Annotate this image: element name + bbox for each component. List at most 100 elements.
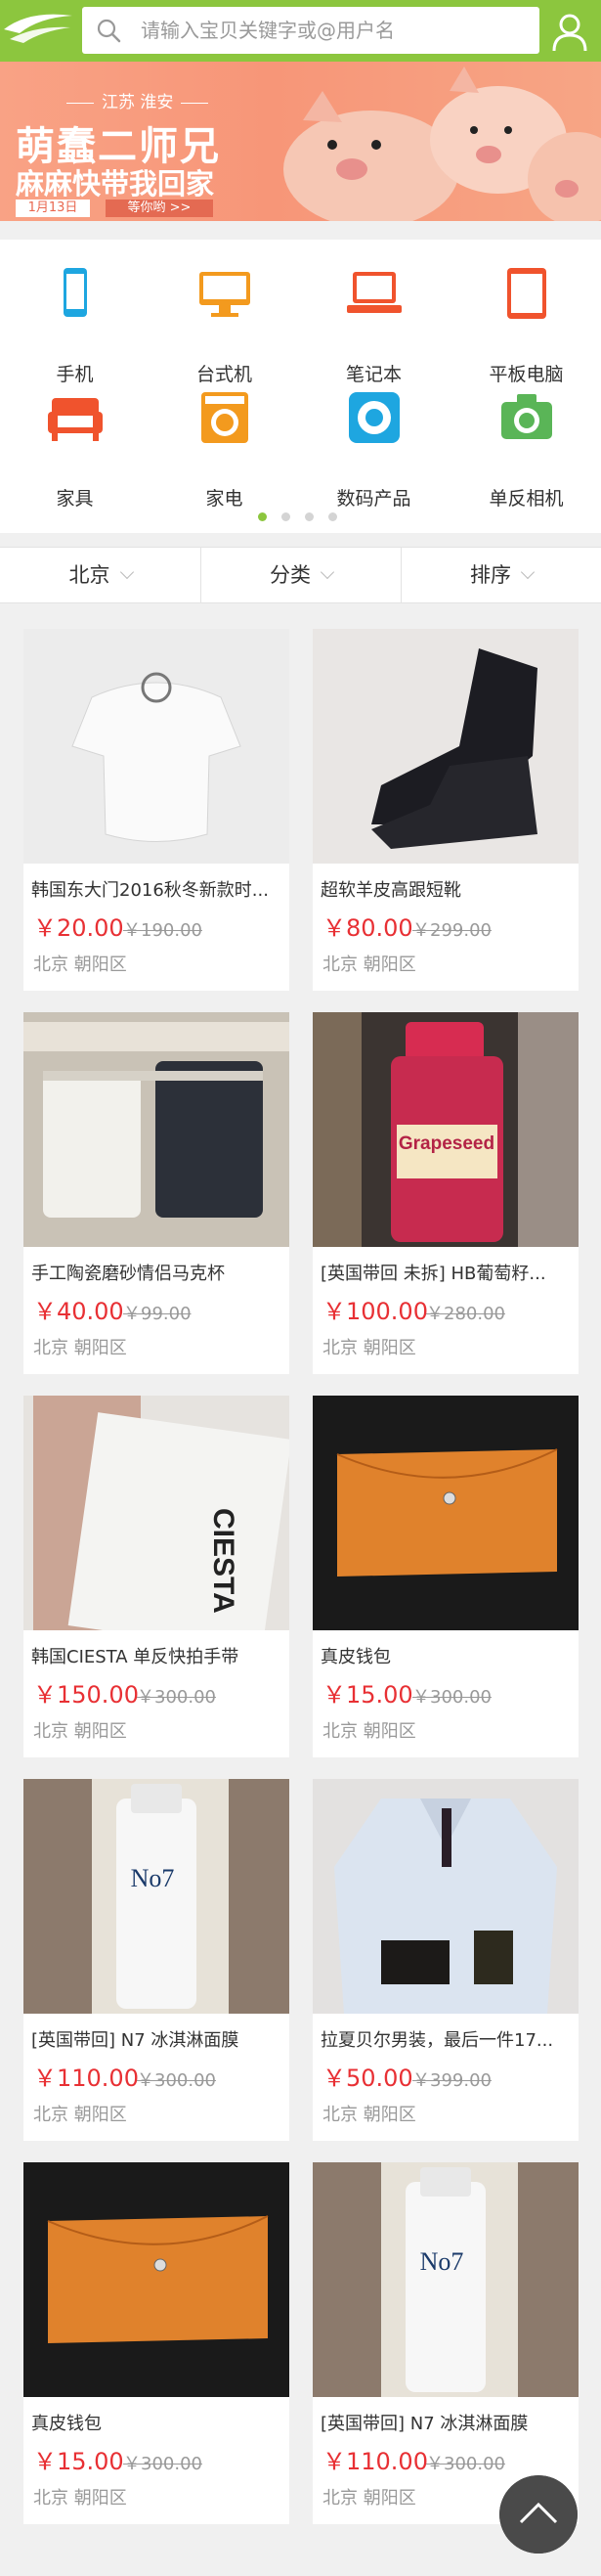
product-image[interactable]: No7 — [313, 2162, 579, 2397]
product-location: 北京 朝阳区 — [33, 2105, 127, 2125]
product-price: ￥15.00 — [322, 1681, 413, 1709]
category-label: 台式机 — [195, 364, 252, 385]
product-card[interactable]: No7 [英国带回] N7 冰淇淋面膜 ￥110.00 ￥300.00 北京 朝阳区 — [23, 1779, 289, 2141]
product-location: 北京 朝阳区 — [322, 2105, 416, 2125]
product-image[interactable] — [313, 629, 579, 864]
search-bar[interactable]: 请输入宝贝关键字或@用户名 — [82, 7, 539, 54]
chevron-down-icon — [520, 564, 536, 580]
category-page-dot[interactable] — [305, 512, 314, 521]
banner-subtitle: 麻麻快带我回家 — [16, 167, 215, 200]
product-card[interactable]: 韩国东大门2016秋冬新款时... ￥20.00 ￥190.00 北京 朝阳区 — [23, 629, 289, 991]
filter-category[interactable]: 分类 — [200, 548, 401, 602]
product-card[interactable]: Grapeseed [英国带回 未拆] HB葡萄籽... ￥100.00 ￥280.0… — [313, 1012, 579, 1374]
product-image[interactable] — [23, 2162, 289, 2397]
product-location: 北京 朝阳区 — [322, 2488, 416, 2509]
product-card[interactable]: 手工陶瓷磨砂情侣马克杯 ￥40.00 ￥99.00 北京 朝阳区 — [23, 1012, 289, 1374]
category-page-dot[interactable] — [281, 512, 290, 521]
category-item[interactable]: 数码产品 — [299, 388, 449, 510]
sofa-icon — [47, 398, 103, 441]
svg-text:Grapeseed: Grapeseed — [399, 1133, 494, 1154]
filter-bar: 北京 分类 排序 — [0, 547, 601, 603]
category-page-dot[interactable] — [258, 512, 267, 521]
app-logo-icon[interactable] — [0, 0, 78, 62]
category-item[interactable]: 手机 — [0, 264, 150, 385]
washing-machine-icon — [200, 392, 248, 443]
banner-cta[interactable]: 等你哟 >> — [106, 200, 213, 217]
category-item[interactable]: 单反相机 — [451, 388, 601, 510]
product-name: 真皮钱包 — [321, 1647, 391, 1667]
product-price: ￥110.00 — [33, 2065, 139, 2092]
category-item[interactable]: 家电 — [150, 388, 299, 510]
laptop-icon — [346, 272, 402, 313]
product-name: [英国带回] N7 冰淇淋面膜 — [31, 2030, 239, 2051]
product-price: ￥80.00 — [322, 914, 413, 942]
product-card[interactable]: 超软羊皮高跟短靴 ￥80.00 ￥299.00 北京 朝阳区 — [313, 629, 579, 991]
arrow-up-icon[interactable] — [499, 2475, 578, 2554]
banner-date: 1月13日 — [16, 200, 90, 217]
category-item[interactable]: 平板电脑 — [451, 264, 601, 385]
product-original-price: ￥300.00 — [123, 2454, 202, 2474]
product-original-price: ￥300.00 — [412, 1687, 492, 1708]
product-image[interactable]: Grapeseed — [313, 1012, 579, 1247]
product-price: ￥150.00 — [33, 1681, 139, 1709]
promo-banner[interactable]: 江苏 淮安 萌蠢二师兄 麻麻快带我回家 1月13日 等你哟 >> — [0, 62, 601, 221]
product-name: 超软羊皮高跟短靴 — [321, 880, 461, 901]
app-header: 请输入宝贝关键字或@用户名 — [0, 0, 601, 62]
filter-city[interactable]: 北京 — [0, 548, 200, 602]
product-image[interactable]: CIESTA — [23, 1396, 289, 1630]
category-item[interactable]: 家具 — [0, 388, 150, 510]
product-price: ￥50.00 — [322, 2065, 413, 2092]
product-original-price: ￥299.00 — [412, 920, 492, 941]
product-price: ￥20.00 — [33, 914, 124, 942]
category-label: 家电 — [205, 488, 243, 510]
user-icon[interactable] — [548, 10, 591, 53]
product-original-price: ￥300.00 — [137, 2070, 216, 2091]
svg-text:No7: No7 — [131, 1864, 175, 1892]
banner-location: 江苏 淮安 — [59, 88, 216, 112]
product-price: ￥100.00 — [322, 1298, 428, 1325]
product-name: [英国带回 未拆] HB葡萄籽... — [321, 1264, 546, 1284]
category-page-dot[interactable] — [328, 512, 337, 521]
product-name: 拉夏贝尔男装，最后一件17... — [321, 2030, 554, 2051]
product-name: 真皮钱包 — [31, 2414, 102, 2434]
category-item[interactable]: 台式机 — [150, 264, 299, 385]
product-name: 韩国东大门2016秋冬新款时... — [31, 880, 269, 901]
category-item[interactable]: 笔记本 — [299, 264, 449, 385]
category-grid: 手机 台式机 笔记本 平板电脑家具 家电 数码产品 单反相机 — [0, 240, 601, 533]
search-icon — [97, 19, 121, 43]
tablet-icon — [506, 268, 546, 319]
product-original-price: ￥280.00 — [426, 1304, 505, 1324]
product-original-price: ￥99.00 — [123, 1304, 192, 1324]
product-original-price: ￥399.00 — [412, 2070, 492, 2091]
category-label: 手机 — [56, 364, 94, 385]
product-original-price: ￥300.00 — [426, 2454, 505, 2474]
product-card[interactable]: 拉夏贝尔男装，最后一件17... ￥50.00 ￥399.00 北京 朝阳区 — [313, 1779, 579, 2141]
product-card[interactable]: 真皮钱包 ￥15.00 ￥300.00 北京 朝阳区 — [313, 1396, 579, 1757]
product-original-price: ￥190.00 — [123, 920, 202, 941]
product-price: ￥15.00 — [33, 2448, 124, 2475]
category-label: 单反相机 — [489, 488, 564, 510]
product-location: 北京 朝阳区 — [33, 1338, 127, 1358]
category-label: 家具 — [56, 488, 94, 510]
category-label: 数码产品 — [336, 488, 411, 510]
camera-icon — [500, 394, 552, 439]
product-price: ￥40.00 — [33, 1298, 124, 1325]
product-image[interactable] — [313, 1396, 579, 1630]
product-image[interactable]: No7 — [23, 1779, 289, 2014]
svg-text:No7: No7 — [420, 2247, 464, 2276]
product-card[interactable]: No7 [英国带回] N7 冰淇淋面膜 ￥110.00 ￥300.00 北京 朝阳区 — [313, 2162, 579, 2524]
product-name: [英国带回] N7 冰淇淋面膜 — [321, 2414, 529, 2434]
category-label: 平板电脑 — [489, 364, 564, 385]
desktop-icon — [198, 272, 250, 317]
product-card[interactable]: 真皮钱包 ￥15.00 ￥300.00 北京 朝阳区 — [23, 2162, 289, 2524]
product-name: 手工陶瓷磨砂情侣马克杯 — [31, 1264, 225, 1284]
product-image[interactable] — [23, 629, 289, 864]
product-location: 北京 朝阳区 — [33, 2488, 127, 2509]
product-card[interactable]: CIESTA 韩国CIESTA 单反快拍手带 ￥150.00 ￥300.00 北京 朝阳… — [23, 1396, 289, 1757]
svg-text:CIESTA: CIESTA — [207, 1508, 239, 1614]
product-image[interactable] — [313, 1779, 579, 2014]
product-image[interactable] — [23, 1012, 289, 1247]
filter-sort[interactable]: 排序 — [401, 548, 601, 602]
product-location: 北京 朝阳区 — [322, 1721, 416, 1742]
product-location: 北京 朝阳区 — [33, 1721, 127, 1742]
